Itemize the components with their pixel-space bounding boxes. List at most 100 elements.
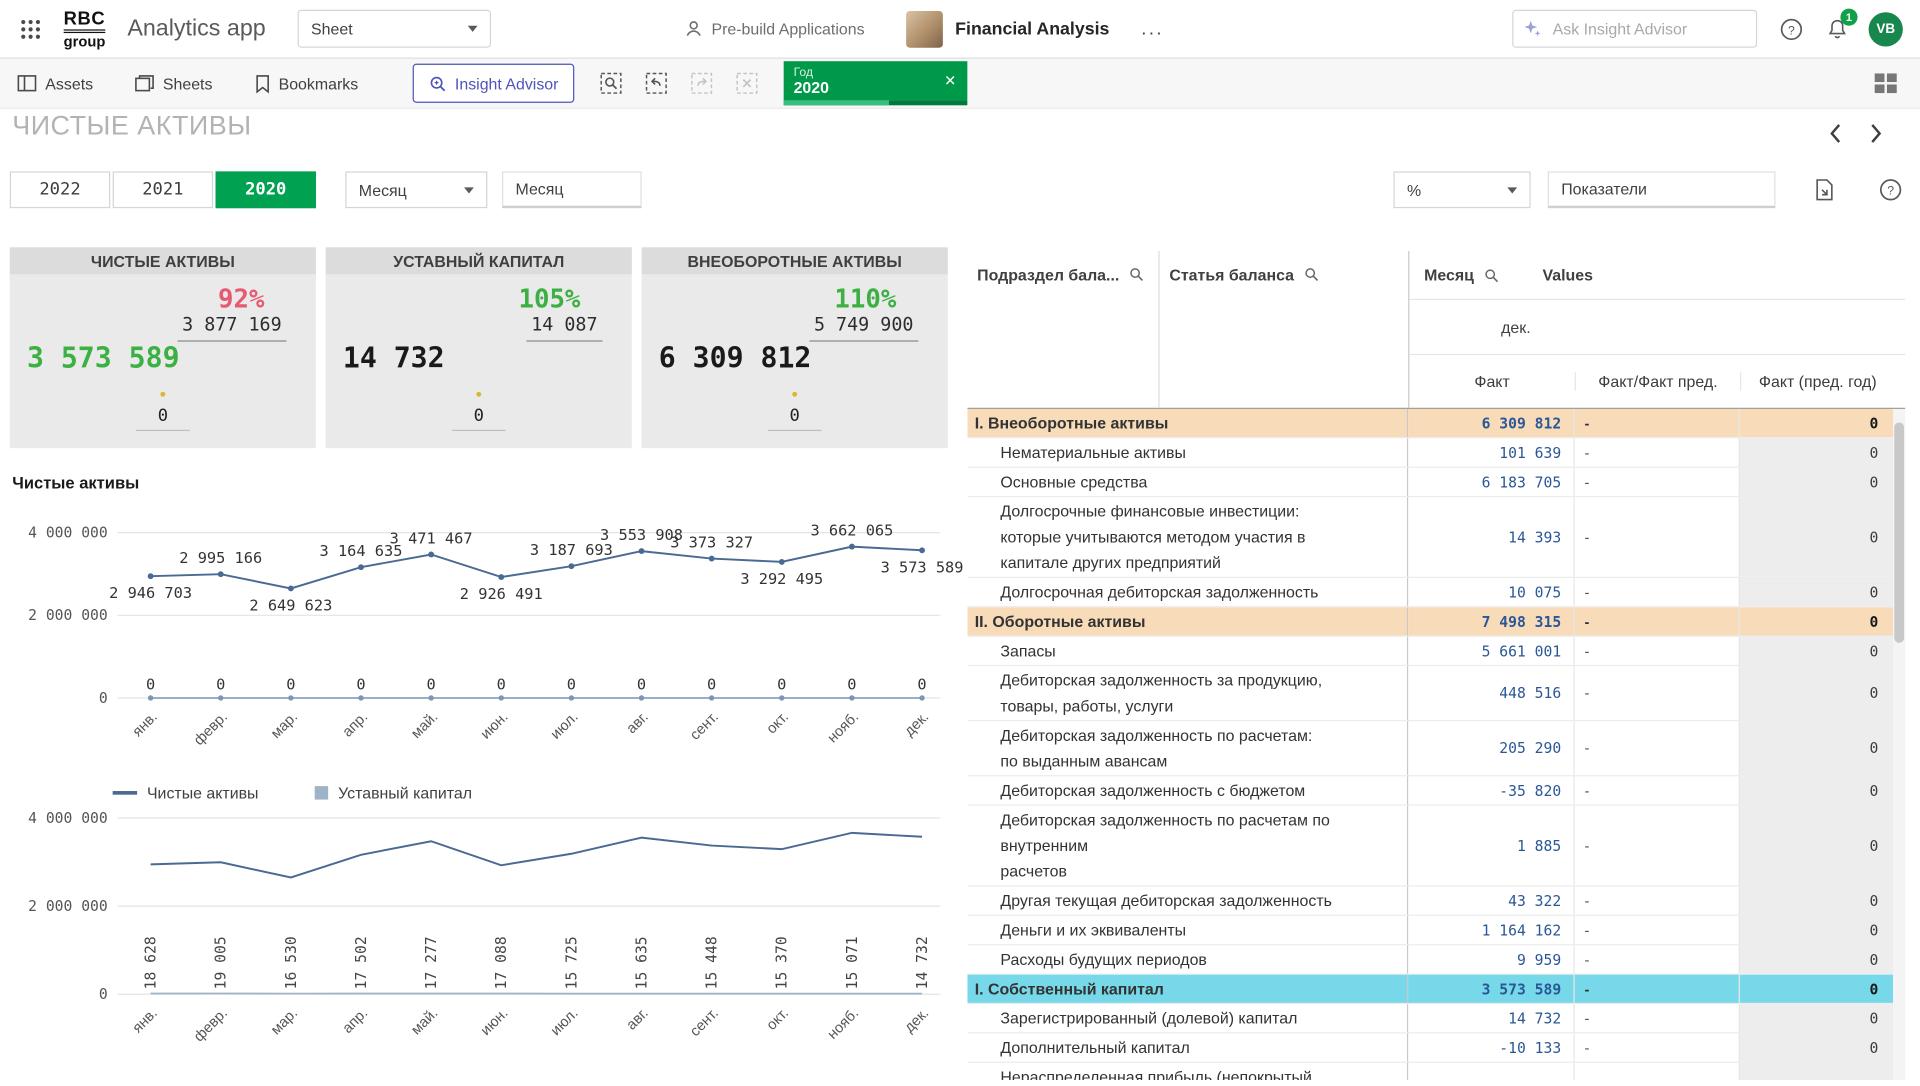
app-menu-icon[interactable] xyxy=(17,15,44,42)
svg-text:2 926 491: 2 926 491 xyxy=(460,585,543,603)
pivot-fact-value: 3 573 589 xyxy=(1408,975,1573,1003)
previous-sheet-button[interactable] xyxy=(1822,121,1846,145)
svg-text:3 662 065: 3 662 065 xyxy=(810,522,893,540)
kpi-card-row: ЧИСТЫЕ АКТИВЫ92%3 877 1693 573 5890УСТАВ… xyxy=(10,247,948,448)
pivot-row-label[interactable]: Дебиторская задолженность с бюджетом xyxy=(967,776,1408,804)
pivot-row: Основные средства6 183 705-0 xyxy=(967,468,1893,497)
sheet-selector-label: Sheet xyxy=(311,20,353,38)
chevron-right-icon xyxy=(1869,122,1882,144)
pivot-ratio-value: - xyxy=(1573,1004,1738,1032)
column-header-fact-ratio[interactable]: Факт/Факт пред. xyxy=(1575,372,1740,390)
clear-selections-button[interactable] xyxy=(732,69,761,98)
pivot-header-values-label: Values xyxy=(1542,266,1592,284)
svg-text:янв.: янв. xyxy=(130,1005,161,1036)
net-assets-vs-capital-chart[interactable]: 02 000 0004 000 00018 62819 00516 53017 … xyxy=(10,808,953,1080)
svg-text:15 635: 15 635 xyxy=(633,936,650,989)
pivot-row: II. Оборотные активы7 498 315-0 xyxy=(967,607,1893,636)
tab-assets[interactable]: Assets xyxy=(10,69,101,97)
close-icon[interactable]: ✕ xyxy=(933,72,967,89)
year-filter-2020[interactable]: 2020 xyxy=(216,171,316,208)
help-icon: ? xyxy=(1878,178,1902,202)
year-filter-2022[interactable]: 2022 xyxy=(10,171,110,208)
pivot-row: I. Собственный капитал3 573 589-0 xyxy=(967,975,1893,1004)
pivot-row-label[interactable]: Нераспределенная прибыль (непокрытый xyxy=(967,1063,1408,1080)
help-button[interactable]: ? xyxy=(1779,17,1803,41)
search-icon[interactable] xyxy=(1129,267,1144,282)
svg-text:дек.: дек. xyxy=(902,1005,933,1036)
pivot-row-label[interactable]: I. Внеоборотные активы xyxy=(967,409,1408,437)
insight-advisor-search[interactable] xyxy=(1512,10,1757,48)
next-sheet-button[interactable] xyxy=(1864,121,1888,145)
unit-dropdown[interactable]: % xyxy=(1393,171,1530,208)
kpi-marker-dot xyxy=(160,392,165,397)
tab-bookmarks[interactable]: Bookmarks xyxy=(247,69,366,97)
pivot-header-month-label[interactable]: Месяц xyxy=(1424,266,1474,284)
svg-text:3 292 495: 3 292 495 xyxy=(740,570,823,588)
kpi-card[interactable]: УСТАВНЫЙ КАПИТАЛ105%14 08714 7320 xyxy=(326,247,632,448)
pivot-row-label[interactable]: Другая текущая дебиторская задолженность xyxy=(967,887,1408,915)
scrollbar-thumb[interactable] xyxy=(1894,422,1904,642)
sheet-layout-button[interactable] xyxy=(1873,72,1897,94)
assets-panel-icon xyxy=(17,75,37,92)
kpi-card[interactable]: ЧИСТЫЕ АКТИВЫ92%3 877 1693 573 5890 xyxy=(10,247,316,448)
tab-sheets[interactable]: Sheets xyxy=(127,69,219,97)
sheet-selector[interactable]: Sheet xyxy=(298,10,491,48)
pivot-header-article[interactable]: Статья баланса xyxy=(1160,251,1409,408)
indicators-listbox[interactable]: Показатели xyxy=(1548,171,1776,208)
pivot-row-label[interactable]: Зарегистрированный (долевой) капитал xyxy=(967,1004,1408,1032)
month-listbox[interactable]: Месяц xyxy=(502,171,642,208)
legend-item[interactable]: Уставный капитал xyxy=(315,784,472,802)
pivot-row-label[interactable]: Нематериальные активы xyxy=(967,438,1408,466)
pivot-row-label[interactable]: Дебиторская задолженность за продукцию, … xyxy=(967,666,1408,720)
pivot-row-label[interactable]: Основные средства xyxy=(967,468,1408,496)
search-icon[interactable] xyxy=(1304,267,1319,282)
pivot-row: Дебиторская задолженность по расчетам по… xyxy=(967,806,1893,887)
user-avatar[interactable]: VB xyxy=(1869,12,1903,46)
notifications-button[interactable]: 1 xyxy=(1826,17,1849,41)
step-forward-button[interactable] xyxy=(687,69,716,98)
pivot-ratio-value: - xyxy=(1573,975,1738,1003)
pivot-row: Дополнительный капитал-10 133-0 xyxy=(967,1033,1893,1062)
search-input[interactable] xyxy=(1550,18,1746,39)
export-selections-button[interactable] xyxy=(1810,175,1839,204)
prebuild-applications-link[interactable]: Pre-build Applications xyxy=(685,20,865,38)
selection-chip-year[interactable]: Год 2020 ✕ xyxy=(784,61,968,105)
step-back-button[interactable] xyxy=(642,69,671,98)
pivot-row-label[interactable]: I. Собственный капитал xyxy=(967,975,1408,1003)
kpi-comparison-value: 5 749 900 xyxy=(809,313,918,341)
pivot-row-label[interactable]: Деньги и их эквиваленты xyxy=(967,916,1408,944)
month-dropdown[interactable]: Месяц xyxy=(345,171,487,208)
pivot-row-label[interactable]: Долгосрочная дебиторская задолженность xyxy=(967,578,1408,606)
search-icon[interactable] xyxy=(1484,268,1499,283)
clear-selections-icon xyxy=(736,72,758,94)
sheet-help-button[interactable]: ? xyxy=(1876,175,1905,204)
sheets-icon xyxy=(135,75,155,92)
pivot-row-label[interactable]: Дополнительный капитал xyxy=(967,1033,1408,1061)
current-app[interactable]: Financial Analysis xyxy=(906,10,1109,47)
svg-text:0: 0 xyxy=(146,675,155,693)
pivot-row: Дебиторская задолженность по расчетам: п… xyxy=(967,721,1893,776)
pivot-fact-value: 7 498 315 xyxy=(1408,607,1573,635)
smart-search-button[interactable] xyxy=(596,69,625,98)
selection-chip-body[interactable]: Год 2020 ✕ xyxy=(784,61,968,100)
svg-text:авг.: авг. xyxy=(624,1005,652,1033)
pivot-row-label[interactable]: II. Оборотные активы xyxy=(967,607,1408,635)
pivot-row-label[interactable]: Дебиторская задолженность по расчетам: п… xyxy=(967,721,1408,775)
pivot-row-label[interactable]: Расходы будущих периодов xyxy=(967,945,1408,973)
column-header-fact-prev-year[interactable]: Факт (пред. год) xyxy=(1740,372,1894,390)
prebuild-applications-label: Pre-build Applications xyxy=(711,20,864,38)
pivot-row-label[interactable]: Долгосрочные финансовые инвестиции: кото… xyxy=(967,497,1408,577)
year-filter-2021[interactable]: 2021 xyxy=(113,171,213,208)
net-assets-monthly-chart[interactable]: 02 000 0004 000 0000000000000002 946 703… xyxy=(10,514,953,765)
pivot-row-label[interactable]: Дебиторская задолженность по расчетам по… xyxy=(967,806,1408,886)
kpi-card[interactable]: ВНЕОБОРОТНЫЕ АКТИВЫ110%5 749 9006 309 81… xyxy=(642,247,948,448)
rbc-group-logo: RBC group xyxy=(64,9,106,48)
insight-advisor-button[interactable]: Insight Advisor xyxy=(412,64,574,103)
pivot-month-value[interactable]: дек. xyxy=(1442,318,1589,336)
legend-item[interactable]: Чистые активы xyxy=(113,784,259,802)
more-options-icon[interactable]: ... xyxy=(1141,18,1164,39)
table-scrollbar[interactable] xyxy=(1893,409,1905,1080)
pivot-row-label[interactable]: Запасы xyxy=(967,637,1408,665)
pivot-header-subsection[interactable]: Подраздел бала... xyxy=(967,251,1159,408)
column-header-fact[interactable]: Факт xyxy=(1409,372,1574,390)
